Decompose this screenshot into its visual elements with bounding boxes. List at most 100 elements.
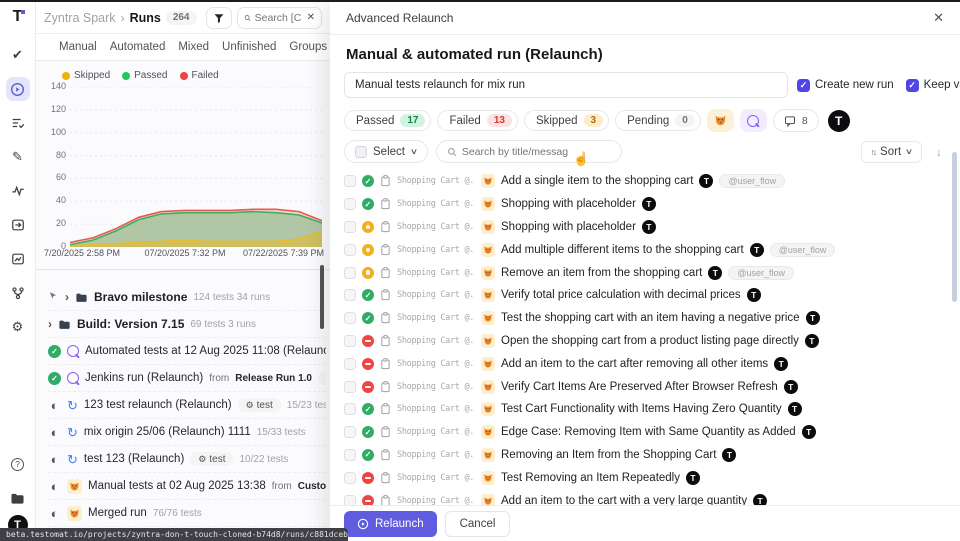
test-row[interactable]: Shopping Cart @... Shopping with placeho…: [344, 216, 946, 239]
checkbox-icon[interactable]: ✓: [906, 79, 919, 92]
test-row[interactable]: Shopping Cart @... Add an item to the ca…: [344, 352, 946, 375]
status-filter-pill[interactable]: Passed 17: [344, 110, 431, 131]
test-title[interactable]: Add a single item to the shopping cart: [501, 175, 693, 187]
run-name[interactable]: mix origin 25/06 (Relaunch) 1111: [84, 426, 251, 438]
test-row[interactable]: Shopping Cart @... Add multiple differen…: [344, 238, 946, 261]
manual-fox-filter-button[interactable]: [707, 109, 734, 132]
cancel-button[interactable]: Cancel: [445, 511, 511, 537]
test-title[interactable]: Open the shopping cart from a product li…: [501, 335, 799, 347]
run-name[interactable]: Jenkins run (Relaunch): [85, 372, 203, 384]
run-name-input[interactable]: [344, 72, 788, 98]
chart-plot[interactable]: [70, 87, 322, 247]
analytics-pulse-icon[interactable]: [6, 179, 30, 203]
runs-search-box[interactable]: ✕: [237, 7, 323, 29]
runs-tab[interactable]: Automated: [110, 41, 166, 53]
tree-row[interactable]: › Build: Version 7.15 69 tests 3 runs: [48, 311, 326, 338]
scroll-down-icon[interactable]: ↓: [936, 145, 942, 159]
test-title[interactable]: Add an item to the cart with a very larg…: [501, 495, 747, 505]
close-icon[interactable]: ✕: [933, 10, 944, 26]
test-title[interactable]: Test the shopping cart with an item havi…: [501, 312, 800, 324]
status-filter-pill[interactable]: Failed 13: [437, 110, 517, 131]
test-title[interactable]: Remove an item from the shopping cart: [501, 267, 702, 279]
filter-button[interactable]: [206, 7, 232, 29]
comments-filter-button[interactable]: 8: [773, 109, 819, 132]
tree-row[interactable]: › Bravo milestone 124 tests 34 runs: [48, 284, 326, 311]
run-name[interactable]: Manual tests at 02 Aug 2025 13:38: [88, 480, 266, 492]
settings-gear-icon[interactable]: ⚙: [6, 315, 30, 339]
test-title[interactable]: Add an item to the cart after removing a…: [501, 358, 768, 370]
test-checkbox[interactable]: [344, 221, 356, 233]
runs-search-input[interactable]: [255, 12, 303, 24]
projects-folder-icon[interactable]: [6, 486, 30, 510]
runs-tab[interactable]: Manual: [59, 41, 97, 53]
test-checkbox[interactable]: [344, 426, 356, 438]
run-name[interactable]: Bravo milestone: [94, 290, 187, 304]
test-title[interactable]: Add multiple different items to the shop…: [501, 244, 744, 256]
run-name[interactable]: 123 test relaunch (Relaunch): [84, 399, 232, 411]
tree-row[interactable]: Jenkins run (Relaunch) from Release Run …: [48, 365, 326, 392]
test-checkbox[interactable]: [344, 312, 356, 324]
checkbox-option[interactable]: ✓ Create new run: [797, 79, 894, 92]
test-checkbox[interactable]: [344, 358, 356, 370]
run-name[interactable]: Build: Version 7.15: [77, 317, 184, 331]
status-filter-pill[interactable]: Pending 0: [615, 110, 701, 131]
test-row[interactable]: Shopping Cart @... Add an item to the ca…: [344, 489, 946, 505]
checkbox-option[interactable]: ✓ Keep values ?: [906, 79, 960, 92]
test-row[interactable]: Shopping Cart @... Shopping with placeho…: [344, 193, 946, 216]
test-checkbox[interactable]: [344, 495, 356, 505]
tree-row[interactable]: Merged run 76/76 tests: [48, 500, 326, 527]
test-title[interactable]: Shopping with placeholder: [501, 198, 636, 210]
tree-row[interactable]: ↻ test 123 (Relaunch) ⚙test 10/22 tests: [48, 446, 326, 473]
run-name[interactable]: Automated tests at 12 Aug 2025 11:08 (Re…: [85, 345, 326, 357]
test-checkbox[interactable]: [344, 175, 356, 187]
modal-scrollbar[interactable]: [952, 152, 957, 302]
test-checkbox[interactable]: [344, 198, 356, 210]
select-dropdown[interactable]: Select ∨: [344, 140, 428, 163]
test-row[interactable]: Shopping Cart @... Edge Case: Removing I…: [344, 421, 946, 444]
breadcrumb-project[interactable]: Zyntra Spark: [44, 11, 116, 25]
tree-row[interactable]: ↻ mix origin 25/06 (Relaunch) 1111 15/33…: [48, 419, 326, 446]
tree-row[interactable]: Manual tests at 02 Aug 2025 13:38 from C…: [48, 473, 326, 500]
test-row[interactable]: Shopping Cart @... Test the shopping car…: [344, 307, 946, 330]
edit-pen-icon[interactable]: ✎: [6, 145, 30, 169]
assignee-avatar[interactable]: T: [828, 110, 850, 132]
test-row[interactable]: Shopping Cart @... Remove an item from t…: [344, 261, 946, 284]
test-title[interactable]: Verify Cart Items Are Preserved After Br…: [501, 381, 778, 393]
status-filter-pill[interactable]: Skipped 3: [524, 110, 609, 131]
test-row[interactable]: Shopping Cart @... Removing an Item from…: [344, 444, 946, 467]
test-row[interactable]: Shopping Cart @... Verify Cart Items Are…: [344, 375, 946, 398]
runs-tab[interactable]: Mixed: [178, 41, 209, 53]
test-title[interactable]: Shopping with placeholder: [501, 221, 636, 233]
branch-icon[interactable]: [6, 281, 30, 305]
test-checkbox[interactable]: [344, 335, 356, 347]
tests-search-box[interactable]: [436, 140, 622, 163]
tree-row[interactable]: Automated tests at 12 Aug 2025 11:08 (Re…: [48, 338, 326, 365]
test-row[interactable]: Shopping Cart @... Test Removing an Item…: [344, 466, 946, 489]
report-image-icon[interactable]: [6, 247, 30, 271]
run-name[interactable]: test 123 (Relaunch): [84, 453, 184, 465]
tree-row[interactable]: ↻ 123 test relaunch (Relaunch) ⚙test 15/…: [48, 392, 326, 419]
test-title[interactable]: Removing an Item from the Shopping Cart: [501, 449, 716, 461]
test-row[interactable]: Shopping Cart @... Add a single item to …: [344, 170, 946, 193]
export-box-icon[interactable]: [6, 213, 30, 237]
runs-tab[interactable]: Groups: [289, 41, 327, 53]
chevron-right-icon[interactable]: ›: [48, 317, 52, 331]
runs-tab[interactable]: Unfinished: [222, 41, 276, 53]
test-row[interactable]: Shopping Cart @... Open the shopping car…: [344, 330, 946, 353]
checkbox-icon[interactable]: ✓: [797, 79, 810, 92]
breadcrumb-section[interactable]: Runs: [130, 11, 161, 25]
search-clear-icon[interactable]: ✕: [307, 12, 315, 23]
app-logo-icon[interactable]: T: [13, 8, 23, 26]
select-all-checkbox[interactable]: [355, 146, 367, 158]
test-row[interactable]: Shopping Cart @... Verify total price ca…: [344, 284, 946, 307]
test-title[interactable]: Verify total price calculation with deci…: [501, 289, 741, 301]
test-checkbox[interactable]: [344, 267, 356, 279]
chevron-right-icon[interactable]: ›: [65, 290, 69, 304]
list-check-icon[interactable]: [6, 111, 30, 135]
runs-play-icon[interactable]: [6, 77, 30, 101]
test-checkbox[interactable]: [344, 403, 356, 415]
automation-q-filter-button[interactable]: [740, 109, 767, 132]
test-title[interactable]: Test Cart Functionality with Items Havin…: [501, 403, 782, 415]
test-checkbox[interactable]: [344, 244, 356, 256]
help-icon[interactable]: ?: [6, 452, 30, 476]
